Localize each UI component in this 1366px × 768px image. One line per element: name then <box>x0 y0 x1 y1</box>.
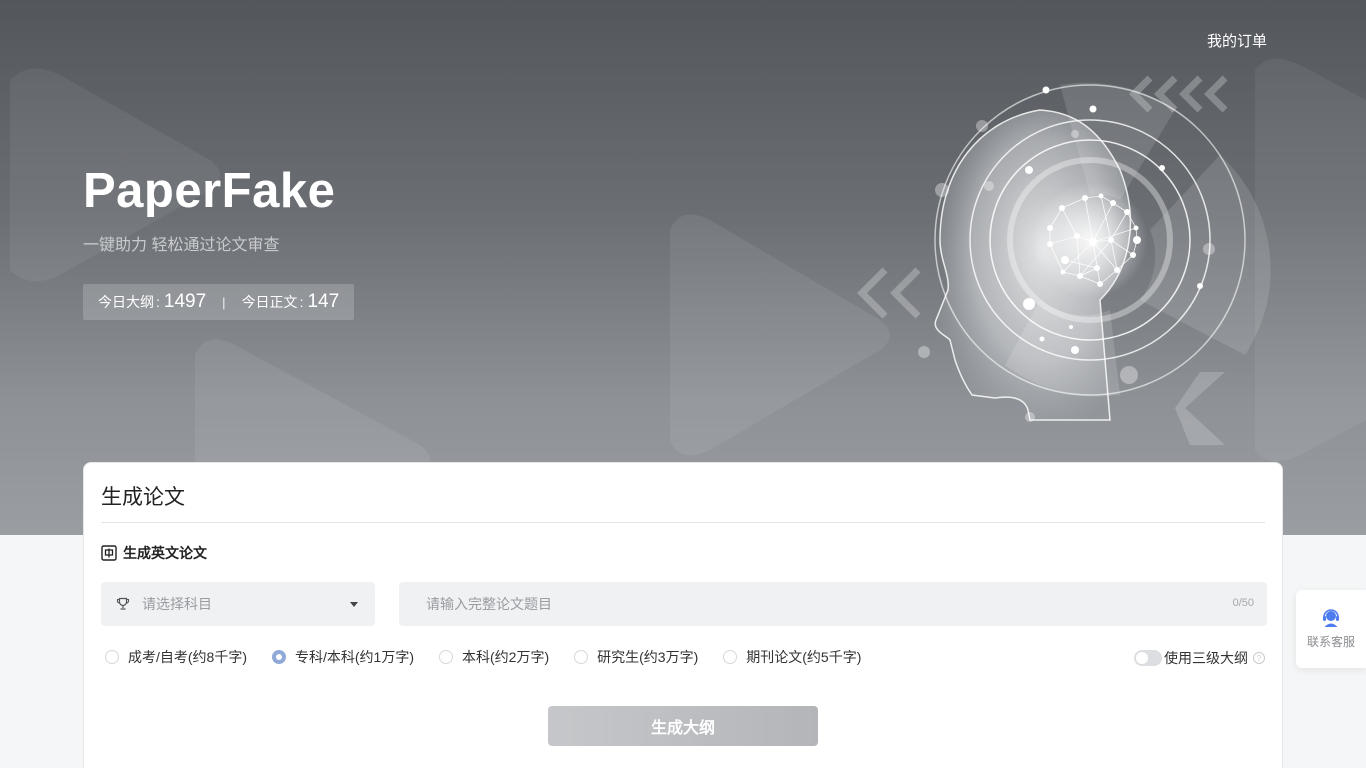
radio-button[interactable] <box>723 650 738 664</box>
generate-paper-card: 生成论文 生成英文论文 请选择科目 0/50 成考/自考(约8千字) <box>83 462 1283 768</box>
level-option[interactable]: 研究生(约3万字) <box>574 647 698 667</box>
paper-title-input[interactable] <box>399 582 1199 626</box>
my-orders-link[interactable]: 我的订单 <box>1207 30 1267 51</box>
radio-button[interactable] <box>105 650 119 664</box>
level-option[interactable]: 专科/本科(约1万字) <box>272 647 414 667</box>
hero-decoration <box>10 58 1366 535</box>
subject-select-placeholder: 请选择科目 <box>142 596 212 612</box>
english-toggle-icon <box>101 545 117 561</box>
chevron-down-icon <box>350 602 358 607</box>
customer-service-icon <box>1323 609 1339 627</box>
body-count-label: 今日正文 <box>241 294 298 310</box>
card-title: 生成论文 <box>101 486 185 509</box>
stats-separator: | <box>222 294 226 310</box>
paper-title-field: 0/50 <box>399 582 1267 626</box>
level-option-label: 期刊论文(约5千字) <box>746 649 862 665</box>
radio-button-selected[interactable] <box>272 650 286 664</box>
hero-banner: 我的订单 PaperFake 一键助力 轻松通过论文审查 今日大纲 : 1497… <box>0 0 1366 535</box>
paper-level-radio-group: 成考/自考(约8千字) 专科/本科(约1万字) 本科(约2万字) 研究生(约3万… <box>105 647 886 667</box>
card-divider <box>101 522 1265 523</box>
level-option-label: 专科/本科(约1万字) <box>295 649 414 665</box>
level-option[interactable]: 成考/自考(约8千字) <box>105 647 247 667</box>
radio-button[interactable] <box>439 650 453 664</box>
english-paper-toggle[interactable]: 生成英文论文 <box>101 543 207 563</box>
daily-stats-box: 今日大纲 : 1497 | 今日正文 : 147 <box>83 284 355 320</box>
contact-support-label: 联系客服 <box>1306 635 1355 649</box>
three-level-outline-setting: 使用三级大纲 ? <box>1134 648 1265 668</box>
level-option[interactable]: 期刊论文(约5千字) <box>723 647 861 667</box>
colon: : <box>156 294 160 310</box>
level-option[interactable]: 本科(约2万字) <box>439 647 549 667</box>
colon: : <box>299 294 304 310</box>
brand-subtitle: 一键助力 轻松通过论文审查 <box>83 237 280 254</box>
three-level-outline-label: 使用三级大纲 <box>1164 650 1248 666</box>
three-level-outline-switch[interactable] <box>1134 650 1162 666</box>
english-toggle-label: 生成英文论文 <box>123 545 207 561</box>
contact-support-widget[interactable]: 联系客服 <box>1296 590 1366 668</box>
help-icon[interactable]: ? <box>1253 652 1265 664</box>
title-char-counter: 0/50 <box>1232 597 1254 609</box>
generate-outline-button[interactable]: 生成大纲 <box>548 706 818 746</box>
body-count-value: 147 <box>307 291 340 312</box>
outline-count-value: 1497 <box>163 291 207 312</box>
level-option-label: 本科(约2万字) <box>462 649 550 665</box>
subject-select[interactable]: 请选择科目 <box>101 582 375 626</box>
trophy-icon <box>116 597 130 610</box>
level-option-label: 成考/自考(约8千字) <box>128 649 247 665</box>
radio-button[interactable] <box>574 650 589 664</box>
level-option-label: 研究生(约3万字) <box>597 649 699 665</box>
brand-title: PaperFake <box>83 164 336 218</box>
outline-count-label: 今日大纲 <box>98 294 154 310</box>
